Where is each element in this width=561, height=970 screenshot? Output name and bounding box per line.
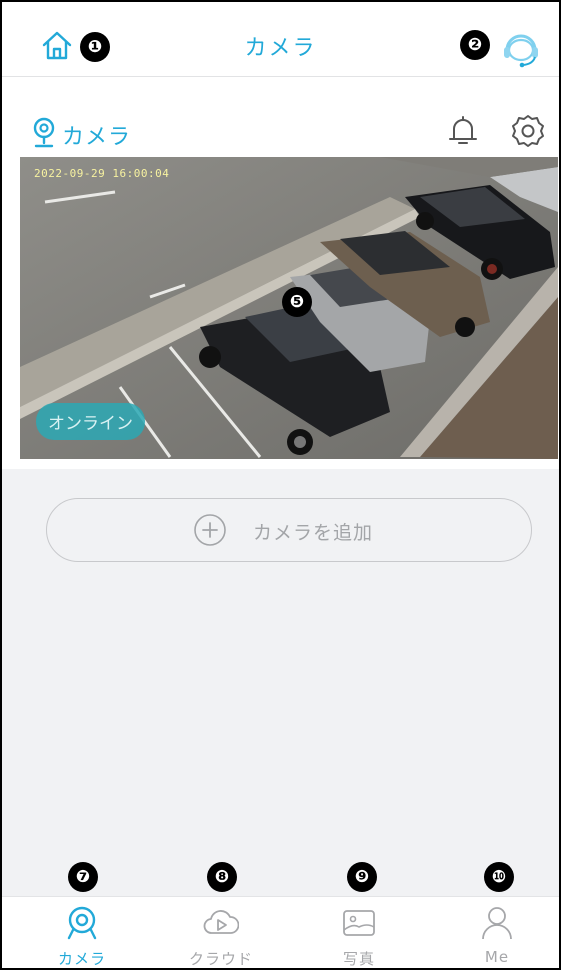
settings-button[interactable] (508, 111, 548, 151)
online-status-badge: オンライン (36, 403, 145, 440)
nav-tab-cloud[interactable]: クラウド (166, 897, 276, 968)
location-pin-icon (30, 117, 58, 149)
bell-icon (449, 116, 477, 144)
support-button[interactable] (499, 26, 543, 70)
annotation-marker-8: ❽ (207, 862, 237, 892)
headset-icon (504, 34, 538, 68)
cloud-play-icon (203, 910, 239, 934)
nav-label-me: Me (484, 948, 510, 966)
camera-live-preview[interactable]: 2022-09-29 16:00:04 オンライン ❺ (20, 157, 558, 459)
video-timestamp: 2022-09-29 16:00:04 (34, 167, 170, 180)
nav-label-photos: 写真 (342, 950, 375, 968)
nav-tab-me[interactable]: Me (442, 897, 552, 968)
add-camera-button[interactable]: カメラを追加 (46, 498, 532, 562)
annotation-marker-10: ❿ (484, 862, 514, 892)
nav-tab-camera[interactable]: カメラ (27, 897, 137, 968)
gear-icon (512, 115, 544, 147)
nav-label-camera: カメラ (57, 950, 106, 968)
annotation-marker-5: ❺ (282, 287, 312, 317)
camera-name-label: カメラ (62, 125, 132, 150)
photo-icon (343, 910, 375, 936)
annotation-marker-9: ❾ (347, 862, 377, 892)
camera-icon (67, 906, 97, 940)
notification-button[interactable] (443, 111, 483, 151)
bottom-nav-bar: カメラ クラウド 写真 Me (2, 896, 559, 968)
nav-tab-photos[interactable]: 写真 (304, 897, 414, 968)
add-camera-label: カメラを追加 (253, 522, 374, 544)
app-screen: ❶ カメラ ❷ カメラ 2022-09-29 16:00:04 オンライン ❺ … (0, 0, 561, 970)
annotation-marker-7: ❼ (68, 862, 98, 892)
plus-circle-icon (194, 514, 226, 546)
person-icon (482, 907, 512, 940)
nav-label-cloud: クラウド (188, 950, 253, 968)
annotation-marker-2: ❷ (460, 30, 490, 60)
camera-card: カメラ ❸ ❹ (2, 77, 559, 469)
top-bar: ❶ カメラ ❷ (2, 2, 559, 77)
